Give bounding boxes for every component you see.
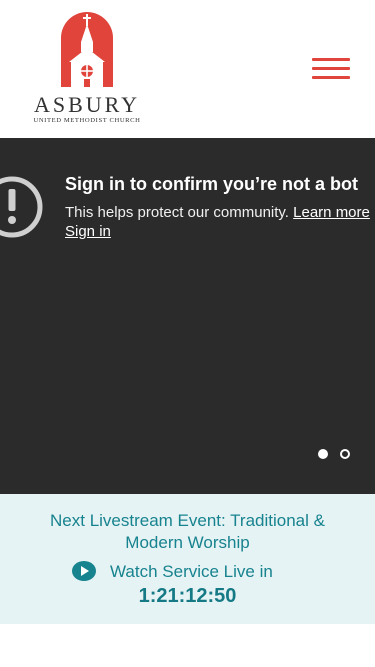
learn-more-link[interactable]: Learn more bbox=[293, 204, 370, 221]
logo-subtitle: UNITED METHODIST CHURCH bbox=[33, 117, 141, 124]
video-error-title: Sign in to confirm you’re not a bot bbox=[65, 174, 358, 194]
alert-circle-icon bbox=[0, 176, 43, 238]
video-slider[interactable]: Sign in to confirm you’re not a bot This… bbox=[0, 138, 375, 494]
slide-dot-1[interactable] bbox=[318, 449, 328, 459]
play-icon[interactable] bbox=[72, 561, 96, 581]
church-emblem-icon bbox=[61, 12, 113, 87]
slide-dot-2[interactable] bbox=[340, 449, 350, 459]
livestream-countdown: 1:21:12:50 bbox=[138, 585, 237, 607]
watch-live-row[interactable]: Watch Service Live in bbox=[0, 561, 375, 585]
logo-wordmark: ASBURY bbox=[33, 92, 141, 117]
video-error-message: This helps protect our community. Learn … bbox=[65, 204, 370, 221]
livestream-banner: Next Livestream Event: Traditional & Mod… bbox=[0, 494, 375, 624]
site-header: ASBURY UNITED METHODIST CHURCH bbox=[0, 0, 375, 138]
church-logo[interactable]: ASBURY UNITED METHODIST CHURCH bbox=[22, 12, 152, 127]
livestream-title[interactable]: Next Livestream Event: Traditional & Mod… bbox=[20, 510, 355, 554]
hamburger-menu-icon[interactable] bbox=[310, 56, 352, 82]
watch-live-label[interactable]: Watch Service Live in bbox=[110, 562, 273, 582]
sign-in-link[interactable]: Sign in bbox=[65, 223, 111, 240]
